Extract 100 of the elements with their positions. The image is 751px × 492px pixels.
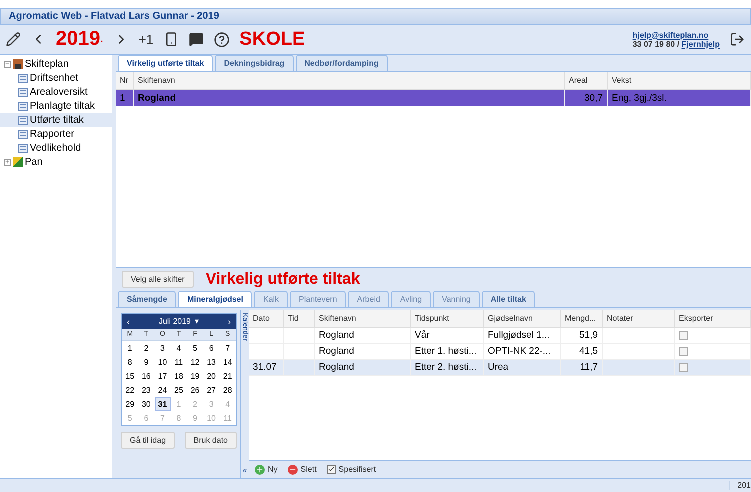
table-cell: Eng, 3gj./3sl. bbox=[608, 90, 751, 106]
help-button[interactable] bbox=[214, 32, 230, 48]
column-header[interactable]: Tid bbox=[284, 310, 315, 327]
tab[interactable]: Virkelig utførte tiltak bbox=[118, 55, 214, 71]
column-header[interactable]: Nr bbox=[116, 72, 134, 89]
calendar-day[interactable]: 25 bbox=[170, 383, 188, 397]
column-header[interactable]: Dato bbox=[249, 310, 284, 327]
calendar-day[interactable]: 12 bbox=[187, 355, 204, 369]
tab[interactable]: Såmengde bbox=[118, 291, 176, 307]
calendar-day[interactable]: 10 bbox=[154, 355, 171, 369]
select-all-button[interactable]: Velg alle skifter bbox=[122, 271, 194, 288]
chat-button[interactable] bbox=[188, 32, 204, 47]
column-header[interactable]: Tidspunkt bbox=[411, 310, 484, 327]
calendar-day[interactable]: 13 bbox=[203, 355, 220, 369]
column-header[interactable]: Areal bbox=[565, 72, 608, 89]
tab[interactable]: Nedbør/fordamping bbox=[296, 55, 388, 71]
calendar-day[interactable]: 23 bbox=[138, 383, 155, 397]
tree-item[interactable]: Rapporter bbox=[0, 127, 112, 141]
export-checkbox[interactable] bbox=[679, 363, 688, 372]
table-cell: 51,9 bbox=[561, 328, 603, 343]
collapse-button[interactable]: « bbox=[242, 466, 248, 475]
plus-one-button[interactable]: +1 bbox=[138, 32, 154, 47]
calendar-day[interactable]: 11 bbox=[170, 355, 188, 369]
phone-line: 33 07 19 80 / Fjernhjelp bbox=[632, 40, 720, 48]
column-header[interactable]: Vekst bbox=[608, 72, 751, 89]
use-date-button[interactable]: Bruk dato bbox=[184, 432, 237, 449]
calendar-day[interactable]: 15 bbox=[122, 369, 138, 383]
calendar-day[interactable]: 16 bbox=[138, 369, 155, 383]
calendar-day[interactable]: 31 bbox=[154, 397, 171, 411]
edit-button[interactable] bbox=[6, 32, 21, 47]
tree-item[interactable]: Driftsenhet bbox=[0, 71, 112, 85]
column-header[interactable]: Gjødselnavn bbox=[484, 310, 561, 327]
tab[interactable]: Mineralgjødsel bbox=[178, 291, 252, 307]
calendar-day[interactable]: 26 bbox=[187, 383, 204, 397]
expand-icon[interactable] bbox=[4, 158, 11, 166]
specified-checkbox[interactable]: Spesifisert bbox=[326, 465, 376, 474]
table-row[interactable]: Rogland Vår Fullgjødsel 1... 51,9 bbox=[249, 328, 751, 344]
today-button[interactable]: Gå til idag bbox=[121, 432, 176, 449]
column-header[interactable]: Skiftenavn bbox=[134, 72, 565, 89]
email-link[interactable]: hjelp@skifteplan.no bbox=[632, 30, 720, 40]
map-icon bbox=[13, 157, 23, 167]
tree-item[interactable]: Arealoversikt bbox=[0, 85, 112, 99]
tab[interactable]: Dekningsbidrag bbox=[215, 55, 294, 71]
remote-help-link[interactable]: Fjernhjelp bbox=[682, 40, 720, 48]
calendar-day[interactable]: 29 bbox=[122, 397, 138, 411]
logout-icon bbox=[730, 32, 745, 47]
phone-button[interactable] bbox=[164, 32, 179, 47]
tree-item[interactable]: Pan bbox=[0, 155, 112, 169]
tab[interactable]: Alle tiltak bbox=[482, 291, 536, 307]
next-month-button[interactable]: › bbox=[228, 316, 231, 326]
delete-button[interactable]: Slett bbox=[288, 464, 317, 474]
calendar-day[interactable]: 4 bbox=[170, 341, 188, 355]
status-text: 201 bbox=[728, 481, 751, 490]
table-cell: 31.07 bbox=[249, 360, 284, 375]
new-button[interactable]: Ny bbox=[255, 464, 278, 474]
logout-button[interactable] bbox=[730, 32, 745, 47]
export-checkbox[interactable] bbox=[679, 347, 688, 356]
calendar-day[interactable]: 8 bbox=[122, 355, 138, 369]
calendar-day[interactable]: 3 bbox=[154, 341, 171, 355]
calendar-day[interactable]: 19 bbox=[187, 369, 204, 383]
calendar-day[interactable]: 1 bbox=[122, 341, 138, 355]
table-row[interactable]: Rogland Etter 1. høsti... OPTI-NK 22-... 41,5 bbox=[249, 344, 751, 360]
month-selector[interactable]: Juli 2019 ▾ bbox=[158, 317, 200, 326]
document-icon bbox=[18, 130, 28, 138]
column-header[interactable]: Notater bbox=[603, 310, 675, 327]
calendar-day[interactable]: 7 bbox=[220, 341, 236, 355]
column-header[interactable]: Skiftenavn bbox=[315, 310, 411, 327]
column-header[interactable]: Eksporter bbox=[675, 310, 751, 327]
calendar-day[interactable]: 5 bbox=[187, 341, 204, 355]
calendar-day[interactable]: 21 bbox=[220, 369, 236, 383]
calendar-day[interactable]: 27 bbox=[203, 383, 220, 397]
year-selector[interactable]: 2019· bbox=[56, 28, 104, 51]
tree-item[interactable]: Planlagte tiltak bbox=[0, 99, 112, 113]
chat-icon bbox=[188, 32, 204, 47]
table-cell: OPTI-NK 22-... bbox=[484, 344, 561, 359]
calendar-day[interactable]: 24 bbox=[154, 383, 171, 397]
table-cell: Rogland bbox=[315, 344, 411, 359]
column-header[interactable]: Mengd... bbox=[561, 310, 603, 327]
tree-item[interactable]: Utførte tiltak bbox=[0, 113, 112, 127]
table-row[interactable]: 31.07 Rogland Etter 2. høsti... Urea 11,7 bbox=[249, 360, 751, 376]
table-row[interactable]: 1 Rogland 30,7 Eng, 3gj./3sl. bbox=[116, 90, 751, 106]
calendar-day[interactable]: 2 bbox=[138, 341, 155, 355]
calendar-day[interactable]: 28 bbox=[220, 383, 236, 397]
calendar-day[interactable]: 30 bbox=[138, 397, 155, 411]
export-checkbox[interactable] bbox=[679, 331, 688, 340]
section-title: Virkelig utførte tiltak bbox=[206, 270, 360, 288]
document-icon bbox=[18, 144, 28, 152]
calendar-day[interactable]: 22 bbox=[122, 383, 138, 397]
previous-month-button[interactable]: ‹ bbox=[127, 316, 130, 326]
calendar-day[interactable]: 20 bbox=[203, 369, 220, 383]
calendar-day[interactable]: 6 bbox=[203, 341, 220, 355]
table-cell: Etter 1. høsti... bbox=[411, 344, 484, 359]
collapse-icon[interactable] bbox=[4, 60, 11, 68]
calendar-day[interactable]: 17 bbox=[154, 369, 171, 383]
tree-item[interactable]: Skifteplan bbox=[0, 57, 112, 71]
pencil-icon bbox=[6, 32, 21, 47]
calendar-day[interactable]: 9 bbox=[138, 355, 155, 369]
calendar-day[interactable]: 18 bbox=[170, 369, 188, 383]
tree-item[interactable]: Vedlikehold bbox=[0, 141, 112, 155]
calendar-day[interactable]: 14 bbox=[220, 355, 236, 369]
